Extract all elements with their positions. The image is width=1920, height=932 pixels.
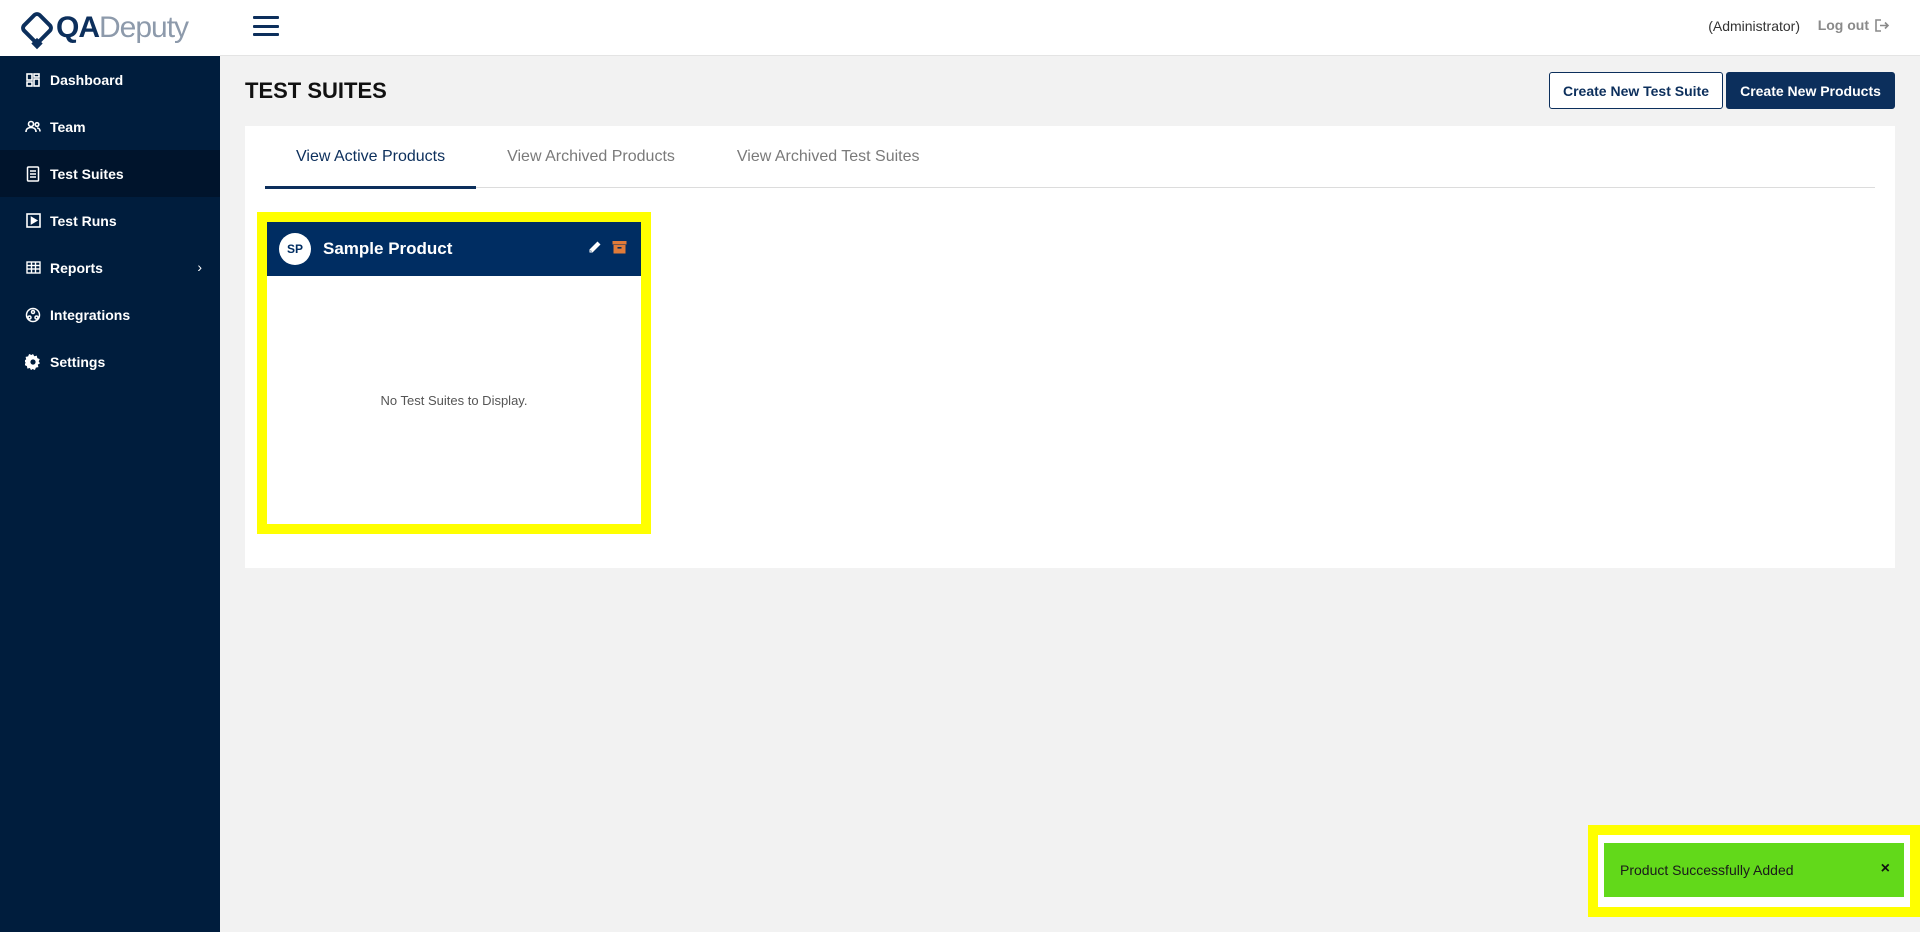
sidebar-item-label: Team (50, 118, 86, 135)
product-avatar: SP (279, 233, 311, 265)
sidebar-item-dashboard[interactable]: Dashboard (0, 56, 220, 103)
sidebar-item-team[interactable]: Team (0, 103, 220, 150)
archive-box-icon[interactable] (612, 240, 627, 255)
product-card: SP Sample Product No Test Suites to Disp… (257, 212, 651, 534)
logout-icon (1875, 18, 1890, 32)
integrations-icon (24, 306, 42, 324)
play-icon (24, 212, 42, 230)
sidebar-item-test-suites[interactable]: Test Suites (0, 150, 220, 197)
logo-deputy-text: Deputy (99, 11, 189, 44)
hamburger-menu-icon[interactable] (253, 16, 279, 36)
logout-label: Log out (1817, 17, 1869, 33)
product-card-empty-message: No Test Suites to Display. (380, 392, 528, 408)
sidebar-item-label: Dashboard (50, 71, 124, 88)
user-role: (Administrator) (1708, 18, 1800, 34)
dashboard-icon (24, 71, 42, 89)
success-toast: Product Successfully Added × (1604, 843, 1904, 897)
tab-view-active-products[interactable]: View Active Products (265, 126, 477, 189)
tab-view-archived-products[interactable]: View Archived Products (476, 126, 706, 188)
page-title: TEST SUITES (245, 78, 387, 103)
sidebar-item-test-runs[interactable]: Test Runs (0, 197, 220, 244)
gear-icon (24, 353, 42, 371)
sidebar-item-label: Reports (50, 259, 103, 276)
sidebar: QADeputy Dashboard Team Test Suites Test… (0, 0, 220, 932)
sidebar-item-integrations[interactable]: Integrations (0, 291, 220, 338)
product-tabs: View Active Products View Archived Produ… (265, 126, 1875, 189)
edit-pencil-icon[interactable] (587, 240, 602, 255)
logo-mark-icon (18, 9, 56, 47)
sidebar-item-reports[interactable]: Reports › (0, 244, 220, 291)
create-new-products-button[interactable]: Create New Products (1726, 72, 1895, 109)
sidebar-item-label: Integrations (50, 306, 131, 323)
product-name: Sample Product (323, 239, 453, 258)
top-bar: (Administrator) Log out (220, 0, 1920, 56)
sidebar-item-settings[interactable]: Settings (0, 338, 220, 385)
table-icon (24, 259, 42, 277)
close-icon[interactable]: × (1881, 860, 1890, 878)
product-card-header[interactable]: SP Sample Product (267, 222, 641, 276)
sidebar-item-label: Test Suites (50, 165, 124, 182)
toast-highlight: Product Successfully Added × (1588, 825, 1920, 917)
chevron-right-icon: › (197, 259, 202, 275)
logout-link[interactable]: Log out (1818, 17, 1890, 33)
products-panel: View Active Products View Archived Produ… (245, 126, 1895, 568)
team-icon (24, 118, 42, 136)
tab-view-archived-test-suites[interactable]: View Archived Test Suites (706, 126, 951, 188)
logo[interactable]: QADeputy (0, 0, 220, 56)
sidebar-item-label: Settings (50, 353, 106, 370)
logo-qa-text: QA (56, 11, 100, 44)
toast-message: Product Successfully Added (1620, 862, 1794, 878)
sidebar-nav: Dashboard Team Test Suites Test Runs Rep… (0, 56, 220, 385)
create-new-test-suite-button[interactable]: Create New Test Suite (1549, 72, 1723, 109)
test-suites-icon (24, 165, 42, 183)
sidebar-item-label: Test Runs (50, 212, 117, 229)
